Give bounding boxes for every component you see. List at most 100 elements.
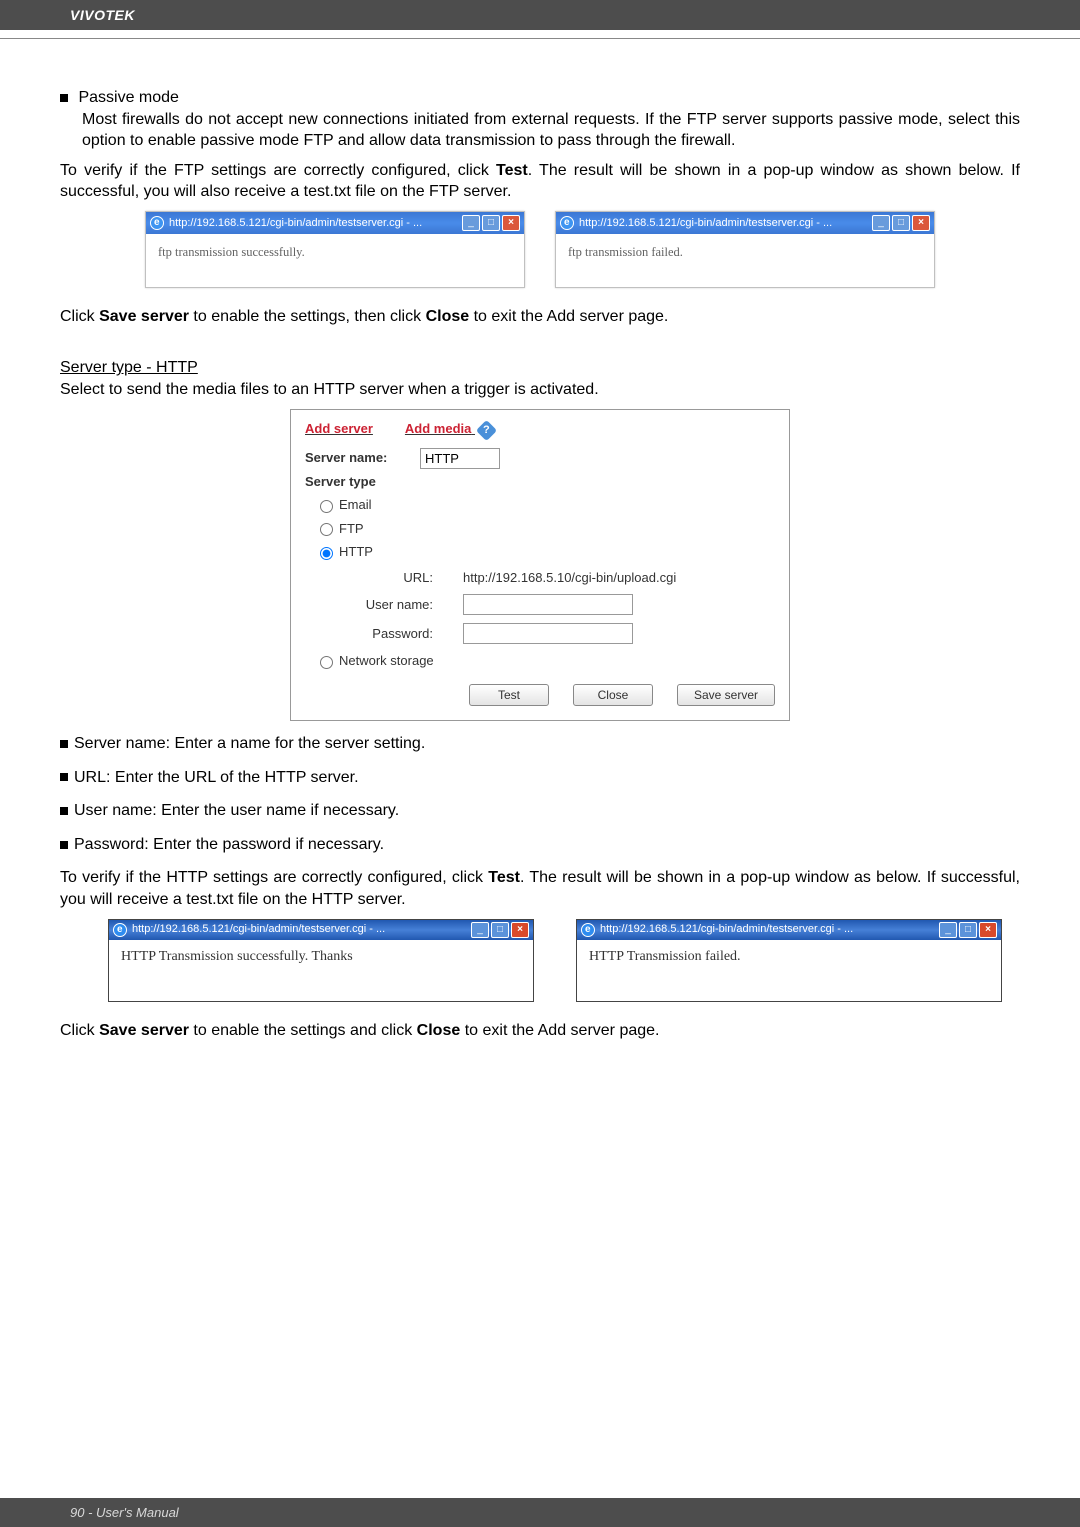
footer-text: 90 - User's Manual [70,1505,179,1520]
radio-http-row[interactable]: HTTP [315,543,775,561]
ie-icon [150,216,164,230]
popup-titlebar: http://192.168.5.121/cgi-bin/admin/tests… [146,212,524,234]
window-buttons: _ □ × [462,215,520,231]
bullet-username: User name: Enter the user name if necess… [60,800,1020,822]
tab-add-server[interactable]: Add server [305,420,373,438]
close-icon[interactable]: × [511,922,529,938]
save-server-line1: Click Save server to enable the settings… [60,306,1020,328]
save-server-button[interactable]: Save server [677,684,775,706]
username-row: User name: [353,594,775,615]
help-icon[interactable]: ? [476,420,497,441]
minimize-icon[interactable]: _ [872,215,890,231]
ftp-success-popup: http://192.168.5.121/cgi-bin/admin/tests… [145,211,525,288]
passive-mode-block: Passive mode Most firewalls do not accep… [60,87,1020,152]
ie-icon [560,216,574,230]
window-buttons: _ □ × [939,922,997,938]
popup-body: HTTP Transmission successfully. Thanks [109,940,533,1001]
server-type-label: Server type [305,473,420,491]
popup-titlebar: http://192.168.5.121/cgi-bin/admin/tests… [109,920,533,940]
ie-icon [113,923,127,937]
maximize-icon[interactable]: □ [491,922,509,938]
radio-netstorage-label: Network storage [339,652,434,670]
bullet-icon [60,841,68,849]
radio-ftp-row[interactable]: FTP [315,520,775,538]
add-server-dialog: Add server Add media ? Server name: Serv… [290,409,790,721]
minimize-icon[interactable]: _ [471,922,489,938]
save-server-line2: Click Save server to enable the settings… [60,1020,1020,1042]
ftp-popup-row: http://192.168.5.121/cgi-bin/admin/tests… [60,211,1020,288]
server-name-input[interactable] [420,448,500,469]
password-input[interactable] [463,623,633,644]
popup-titlebar: http://192.168.5.121/cgi-bin/admin/tests… [577,920,1001,940]
server-type-row: Server type [305,473,775,491]
server-type-http-head: Server type - HTTP [60,357,1020,379]
ftp-verify-text: To verify if the FTP settings are correc… [60,160,1020,203]
bullet-url: URL: Enter the URL of the HTTP server. [60,767,1020,789]
page-footer: 90 - User's Manual [0,1498,1080,1527]
popup-title: http://192.168.5.121/cgi-bin/admin/tests… [579,216,872,231]
passive-mode-desc: Most firewalls do not accept new connect… [82,109,1020,152]
radio-ftp[interactable] [320,523,333,536]
radio-email[interactable] [320,500,333,513]
http-bullets: Server name: Enter a name for the server… [60,733,1020,855]
bullet-server-name: Server name: Enter a name for the server… [60,733,1020,755]
page-content: Passive mode Most firewalls do not accep… [0,39,1080,1041]
brand-name: VIVOTEK [70,7,135,23]
server-type-radios: Email FTP HTTP [305,496,775,561]
username-input[interactable] [463,594,633,615]
maximize-icon[interactable]: □ [892,215,910,231]
http-popup-row: http://192.168.5.121/cgi-bin/admin/tests… [108,919,1020,1002]
http-verify-text: To verify if the HTTP settings are corre… [60,867,1020,910]
passive-mode-title: Passive mode [78,89,179,106]
password-row: Password: [353,623,775,644]
server-name-row: Server name: [305,448,775,469]
minimize-icon[interactable]: _ [462,215,480,231]
bullet-password: Password: Enter the password if necessar… [60,834,1020,856]
http-success-popup: http://192.168.5.121/cgi-bin/admin/tests… [108,919,534,1002]
maximize-icon[interactable]: □ [959,922,977,938]
manual-page: VIVOTEK Passive mode Most firewalls do n… [0,0,1080,1527]
ftp-fail-popup: http://192.168.5.121/cgi-bin/admin/tests… [555,211,935,288]
dialog-buttons: Test Close Save server [305,684,775,706]
popup-body: ftp transmission failed. [556,234,934,287]
http-fields: URL: http://192.168.5.10/cgi-bin/upload.… [353,569,775,645]
radio-http-label: HTTP [339,543,373,561]
popup-titlebar: http://192.168.5.121/cgi-bin/admin/tests… [556,212,934,234]
tab-add-media-wrap[interactable]: Add media ? [405,420,494,438]
popup-title: http://192.168.5.121/cgi-bin/admin/tests… [169,216,462,231]
url-row: URL: http://192.168.5.10/cgi-bin/upload.… [353,569,775,587]
http-fail-popup: http://192.168.5.121/cgi-bin/admin/tests… [576,919,1002,1002]
radio-email-row[interactable]: Email [315,496,775,514]
bullet-icon [60,94,68,102]
window-buttons: _ □ × [471,922,529,938]
password-label: Password: [353,625,463,643]
radio-netstorage[interactable] [320,656,333,669]
username-label: User name: [353,596,463,614]
server-type-http-desc: Select to send the media files to an HTT… [60,379,1020,401]
close-icon[interactable]: × [502,215,520,231]
popup-body: HTTP Transmission failed. [577,940,1001,1001]
ie-icon [581,923,595,937]
radio-http[interactable] [320,547,333,560]
radio-email-label: Email [339,496,372,514]
close-icon[interactable]: × [912,215,930,231]
url-value: http://192.168.5.10/cgi-bin/upload.cgi [463,569,723,587]
minimize-icon[interactable]: _ [939,922,957,938]
popup-body: ftp transmission successfully. [146,234,524,287]
server-name-label: Server name: [305,449,420,467]
tab-add-media[interactable]: Add media [405,421,471,436]
popup-title: http://192.168.5.121/cgi-bin/admin/tests… [600,922,939,937]
popup-title: http://192.168.5.121/cgi-bin/admin/tests… [132,922,471,937]
bullet-icon [60,740,68,748]
radio-netstorage-row[interactable]: Network storage [315,652,775,670]
radio-ftp-label: FTP [339,520,364,538]
maximize-icon[interactable]: □ [482,215,500,231]
radio-netstorage-row-wrap: Network storage [305,652,775,670]
close-button[interactable]: Close [573,684,653,706]
url-label: URL: [353,569,463,587]
test-button[interactable]: Test [469,684,549,706]
close-icon[interactable]: × [979,922,997,938]
dialog-tabs: Add server Add media ? [305,420,775,438]
bullet-icon [60,807,68,815]
brand-header: VIVOTEK [0,0,1080,30]
